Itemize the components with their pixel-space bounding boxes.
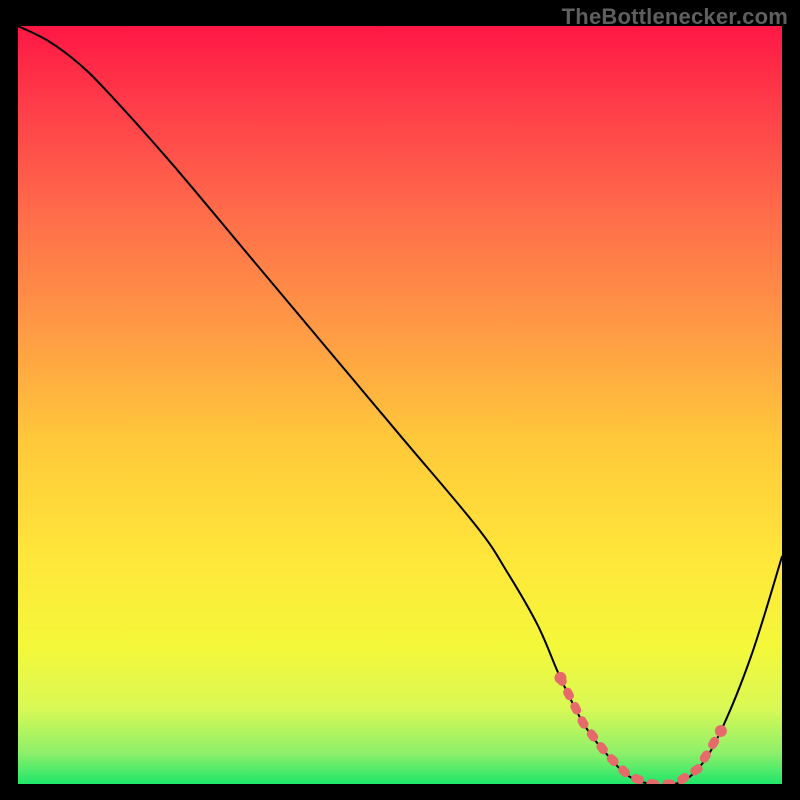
optimal-range-endpoint <box>554 672 566 684</box>
attribution-watermark: TheBottlenecker.com <box>562 4 788 30</box>
optimal-range-endpoint <box>715 725 727 737</box>
plot-area <box>18 26 782 784</box>
chart-frame: TheBottlenecker.com <box>0 0 800 800</box>
gradient-background <box>18 26 782 784</box>
chart-svg <box>18 26 782 784</box>
